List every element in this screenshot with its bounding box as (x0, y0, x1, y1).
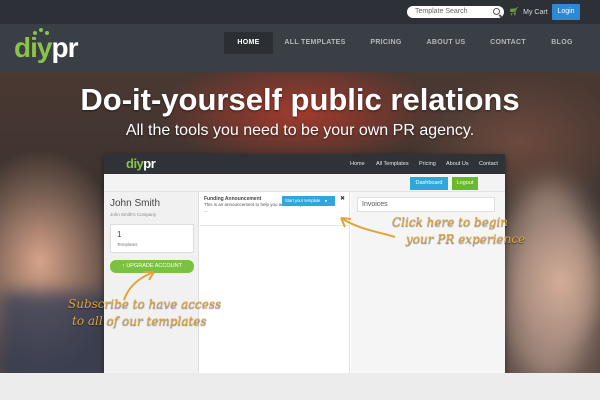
mockup-nav-contact: Contact (479, 161, 498, 167)
callout-arrow-icon (123, 271, 155, 301)
mockup-nav-about-us: About Us (446, 161, 469, 167)
callout-begin-line1: Click here to begin (392, 215, 509, 229)
nav-pricing[interactable]: PRICING (364, 32, 408, 54)
diypr-logo[interactable]: diypr (14, 32, 78, 63)
mockup-subbar: Dashboard Logout (104, 174, 505, 192)
search-placeholder: Template Search (415, 8, 468, 15)
nav-all-templates[interactable]: ALL TEMPLATES (280, 32, 350, 54)
logo-dot (39, 28, 43, 32)
cart-label: My Cart (523, 9, 548, 16)
mockup-start-template-label: Start your template (285, 198, 321, 203)
mockup-logo-diy: diy (126, 156, 144, 171)
search-icon[interactable] (493, 8, 500, 15)
callout-subscribe-line2: to all of our templates (72, 314, 207, 328)
page-bottom-strip (0, 373, 600, 400)
mockup-nav-home: Home (350, 161, 365, 167)
hero-banner: Do-it-yourself public relations All the … (0, 72, 600, 373)
mockup-logo-pr: pr (143, 156, 156, 171)
hero-background-blur (500, 182, 600, 373)
mockup-user-company: John Smith's Company (110, 212, 157, 217)
hero-title: Do-it-yourself public relations (80, 82, 520, 117)
nav-contact[interactable]: CONTACT (484, 32, 532, 54)
my-cart-link[interactable]: 🛒︎ My Cart (509, 7, 548, 18)
nav-home[interactable]: HOME (224, 32, 273, 54)
hero-subtitle: All the tools you need to be your own PR… (125, 122, 475, 139)
cart-icon: 🛒︎ (509, 7, 520, 16)
mockup-user-name: John Smith (110, 198, 161, 209)
mockup-templates-count: 1 (117, 230, 122, 239)
logo-diy: diy (14, 32, 52, 63)
callout-arrow-icon (340, 217, 396, 238)
logo-dot (45, 31, 49, 35)
start-template-icon: ● (324, 198, 328, 203)
close-icon: ✖ (340, 196, 346, 202)
mockup-invoices-header: Invoices (357, 197, 495, 212)
mockup-template-row: Funding Announcement This is an announce… (200, 192, 350, 226)
app-screenshot-mockup: diypr Home All Templates Pricing About U… (104, 154, 505, 373)
template-search-input[interactable]: Template Search (407, 6, 504, 18)
mockup-templates-count-box: 1 Templates (110, 224, 194, 253)
logo-dot (33, 31, 37, 35)
mockup-start-template-button: Start your template ● (282, 196, 335, 206)
callout-begin-pr: Click here to begin your PR experience (392, 214, 525, 248)
callout-begin-line2: your PR experience (406, 232, 526, 246)
nav-about-us[interactable]: ABOUT US (420, 32, 472, 54)
mockup-logout-button: Logout (452, 177, 478, 190)
top-utility-bar: Template Search 🛒︎ My Cart Login (0, 0, 600, 24)
main-navbar: diypr HOME ALL TEMPLATES PRICING ABOUT U… (0, 24, 600, 72)
login-button[interactable]: Login (552, 4, 580, 20)
mockup-dashboard-button: Dashboard (410, 177, 448, 190)
mockup-logo: diypr (126, 156, 156, 172)
nav-blog[interactable]: BLOG (546, 32, 578, 54)
logo-pr: pr (51, 32, 78, 63)
mockup-nav-all-templates: All Templates (376, 161, 409, 167)
mockup-navbar: diypr Home All Templates Pricing About U… (104, 154, 505, 174)
mockup-nav-pricing: Pricing (419, 161, 436, 167)
mockup-template-list: Funding Announcement This is an announce… (200, 192, 350, 373)
mockup-templates-label: Templates (117, 242, 138, 247)
